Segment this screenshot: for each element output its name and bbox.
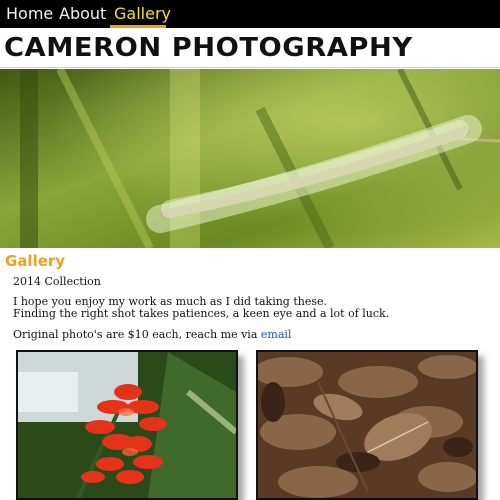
intro-line-2: Finding the right shot takes patiences, …	[13, 307, 390, 320]
photo-red-flower[interactable]	[16, 350, 238, 500]
nav-about[interactable]: About	[59, 4, 106, 24]
email-link[interactable]: email	[261, 328, 292, 341]
collection-label: 2014 Collection	[13, 275, 101, 288]
price-info: Original photo's are $10 each, reach me …	[13, 328, 291, 342]
nav-gallery[interactable]: Gallery	[114, 4, 171, 24]
site-header: CAMERON PHOTOGRAPHY	[0, 28, 500, 68]
gallery-heading: Gallery	[5, 252, 66, 270]
price-text: Original photo's are $10 each, reach me …	[13, 328, 258, 341]
site-title: CAMERON PHOTOGRAPHY	[4, 33, 413, 63]
photo-autumn-leaves[interactable]	[256, 350, 478, 500]
top-nav: Home About Gallery	[0, 0, 500, 28]
nav-home[interactable]: Home	[6, 4, 53, 24]
hero-image	[0, 69, 500, 248]
